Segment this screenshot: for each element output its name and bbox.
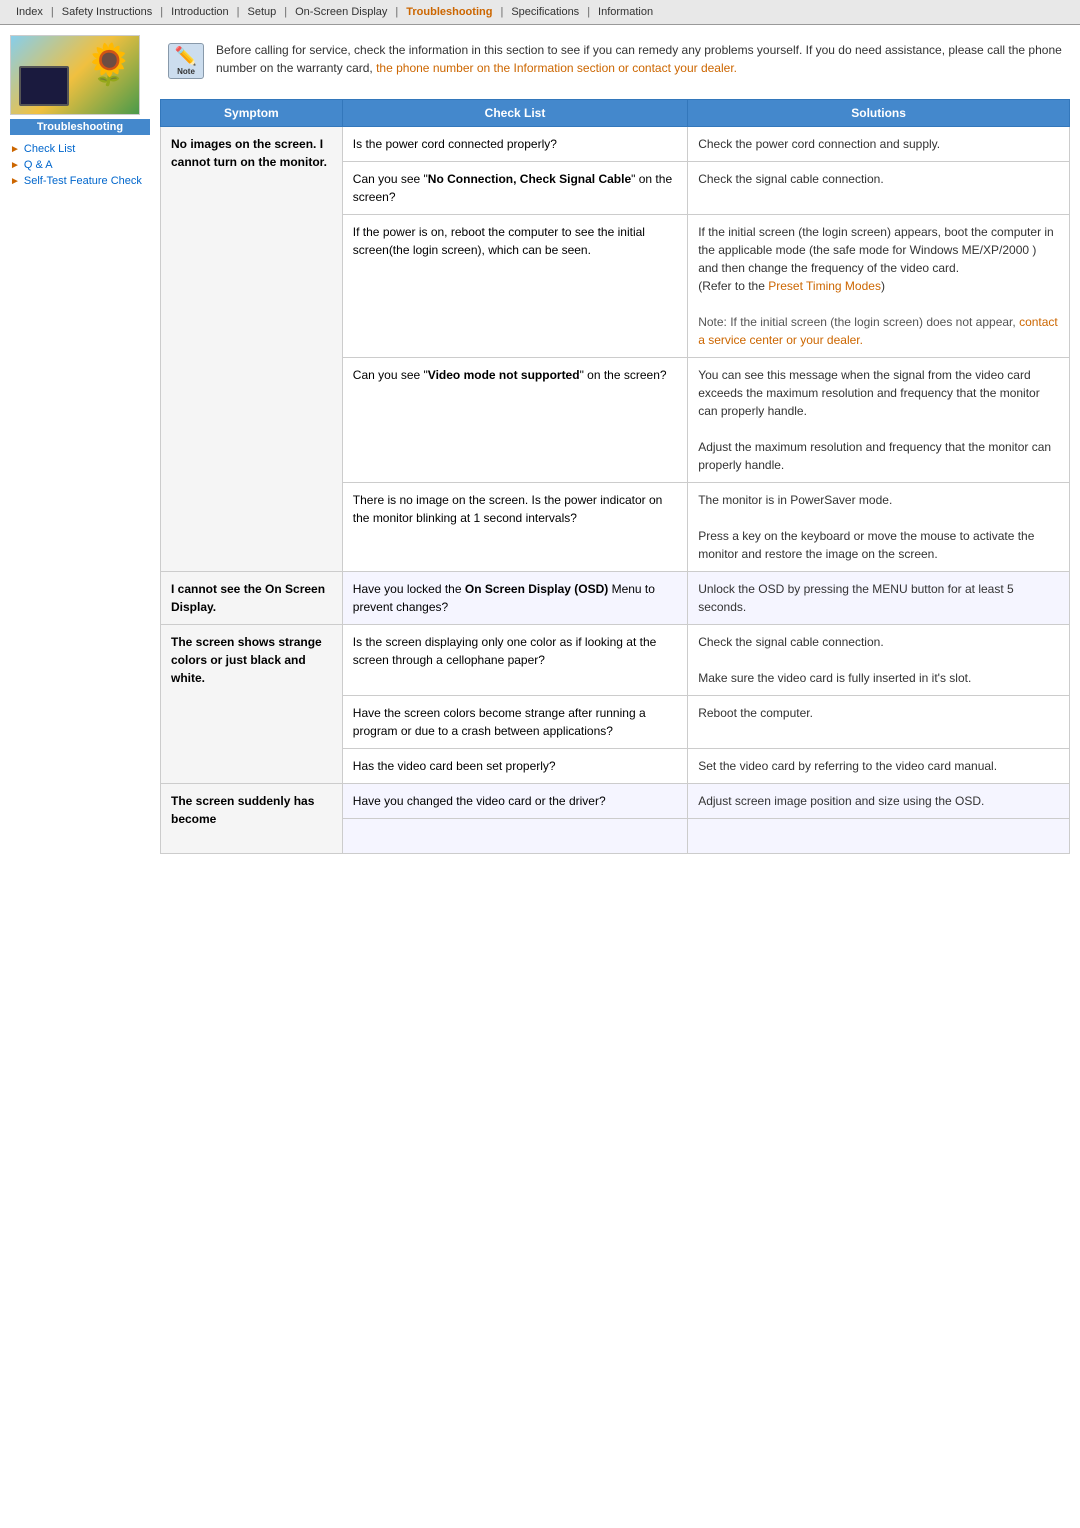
solution-cell-1-3: If the initial screen (the login screen)… <box>688 215 1070 358</box>
note-text: Before calling for service, check the in… <box>216 41 1064 77</box>
sidebar-image: 🌻 <box>10 35 140 115</box>
arrow-icon-qa: ► <box>10 160 20 171</box>
nav-item-setup[interactable]: Setup <box>239 4 284 20</box>
note-icon-label: Note <box>177 67 195 76</box>
checklist-cell-3-1: Is the screen displaying only one color … <box>342 625 687 696</box>
nav-item-safety[interactable]: Safety Instructions <box>54 4 161 20</box>
solution-cell-4-1: Adjust screen image position and size us… <box>688 784 1070 819</box>
pencil-icon: ✏️ <box>175 46 197 67</box>
nav-item-specs[interactable]: Specifications <box>503 4 587 20</box>
solution-cell-4-2 <box>688 819 1070 854</box>
bold-text-2: Video mode not supported <box>428 368 580 382</box>
symptom-cell-3: The screen shows strange colors or just … <box>161 625 343 784</box>
note-box: ✏️ Note Before calling for service, chec… <box>160 35 1070 87</box>
solution-cell-1-1: Check the power cord connection and supp… <box>688 127 1070 162</box>
solution-cell-3-3: Set the video card by referring to the v… <box>688 749 1070 784</box>
sidebar-link-selftest[interactable]: Self-Test Feature Check <box>24 175 142 187</box>
checklist-cell-1-2: Can you see "No Connection, Check Signal… <box>342 162 687 215</box>
note-inline-1: Note: If the initial screen (the login s… <box>698 315 1058 347</box>
nav-item-troubleshooting[interactable]: Troubleshooting <box>398 4 500 20</box>
nav-item-info[interactable]: Information <box>590 4 661 20</box>
header-checklist: Check List <box>342 100 687 127</box>
bold-text-3: On Screen Display (OSD) <box>465 582 608 596</box>
checklist-cell-1-3: If the power is on, reboot the computer … <box>342 215 687 358</box>
table-row: The screen suddenly has become Have you … <box>161 784 1070 819</box>
checklist-cell-1-4: Can you see "Video mode not supported" o… <box>342 358 687 483</box>
top-navigation: Index | Safety Instructions | Introducti… <box>0 0 1080 25</box>
solution-cell-3-2: Reboot the computer. <box>688 696 1070 749</box>
checklist-cell-3-3: Has the video card been set properly? <box>342 749 687 784</box>
checklist-cell-4-1: Have you changed the video card or the d… <box>342 784 687 819</box>
sidebar-nav-item-selftest[interactable]: ► Self-Test Feature Check <box>10 175 150 187</box>
nav-item-osd[interactable]: On-Screen Display <box>287 4 395 20</box>
header-solutions: Solutions <box>688 100 1070 127</box>
note-icon-inner: ✏️ Note <box>168 43 204 79</box>
solution-cell-1-5: The monitor is in PowerSaver mode. Press… <box>688 483 1070 572</box>
arrow-icon-checklist: ► <box>10 144 20 155</box>
contact-service-link[interactable]: contact a service center or your dealer. <box>698 315 1058 347</box>
flower-decorative: 🌻 <box>84 41 134 88</box>
table-row: I cannot see the On Screen Display. Have… <box>161 572 1070 625</box>
sidebar: 🌻 Troubleshooting ► Check List ► Q & A ►… <box>10 35 150 854</box>
solution-cell-1-2: Check the signal cable connection. <box>688 162 1070 215</box>
monitor-decorative <box>19 66 69 106</box>
table-row: No images on the screen. I cannot turn o… <box>161 127 1070 162</box>
sidebar-nav-item-checklist[interactable]: ► Check List <box>10 143 150 155</box>
preset-timing-link[interactable]: Preset Timing Modes <box>768 279 881 293</box>
symptom-cell-2: I cannot see the On Screen Display. <box>161 572 343 625</box>
sidebar-nav-item-qa[interactable]: ► Q & A <box>10 159 150 171</box>
bold-text-1: No Connection, Check Signal Cable <box>428 172 631 186</box>
troubleshoot-table: Symptom Check List Solutions No images o… <box>160 99 1070 854</box>
note-icon: ✏️ Note <box>166 41 206 81</box>
solution-cell-3-1: Check the signal cable connection. Make … <box>688 625 1070 696</box>
arrow-icon-selftest: ► <box>10 176 20 187</box>
solution-cell-2-1: Unlock the OSD by pressing the MENU butt… <box>688 572 1070 625</box>
sidebar-nav: ► Check List ► Q & A ► Self-Test Feature… <box>10 143 150 187</box>
header-symptom: Symptom <box>161 100 343 127</box>
sidebar-link-checklist[interactable]: Check List <box>24 143 75 155</box>
sidebar-label: Troubleshooting <box>10 119 150 135</box>
checklist-cell-3-2: Have the screen colors become strange af… <box>342 696 687 749</box>
sidebar-link-qa[interactable]: Q & A <box>24 159 53 171</box>
checklist-cell-1-1: Is the power cord connected properly? <box>342 127 687 162</box>
checklist-cell-4-2 <box>342 819 687 854</box>
note-link[interactable]: the phone number on the Information sect… <box>376 61 737 75</box>
main-container: 🌻 Troubleshooting ► Check List ► Q & A ►… <box>0 25 1080 864</box>
solution-cell-1-4: You can see this message when the signal… <box>688 358 1070 483</box>
content-area: ✏️ Note Before calling for service, chec… <box>160 35 1070 854</box>
checklist-cell-2-1: Have you locked the On Screen Display (O… <box>342 572 687 625</box>
table-row: The screen shows strange colors or just … <box>161 625 1070 696</box>
symptom-cell-1: No images on the screen. I cannot turn o… <box>161 127 343 572</box>
checklist-cell-1-5: There is no image on the screen. Is the … <box>342 483 687 572</box>
table-header-row: Symptom Check List Solutions <box>161 100 1070 127</box>
nav-item-index[interactable]: Index <box>8 4 51 20</box>
nav-item-intro[interactable]: Introduction <box>163 4 236 20</box>
symptom-cell-4: The screen suddenly has become <box>161 784 343 854</box>
